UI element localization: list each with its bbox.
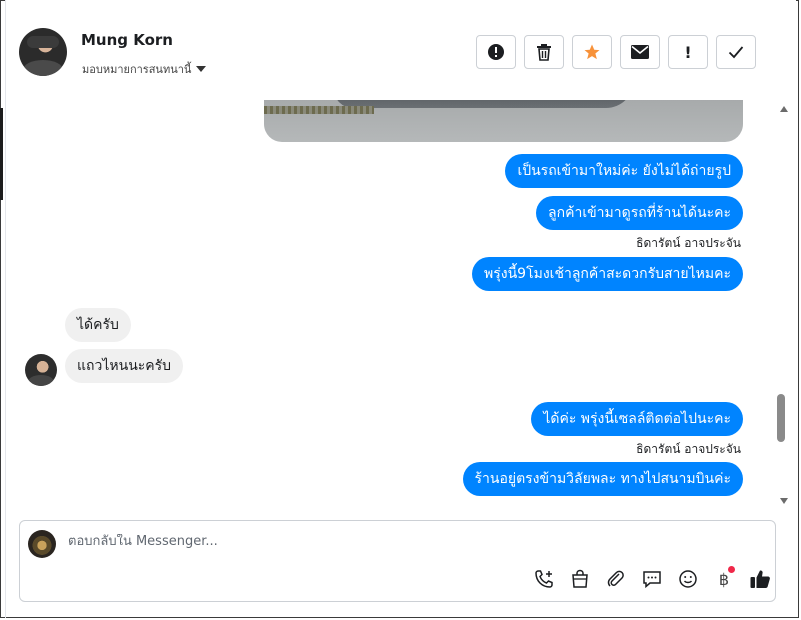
scroll-up-arrow-icon[interactable]	[780, 106, 788, 112]
shopping-bag-icon	[572, 569, 588, 588]
composer-toolbar: ฿	[526, 566, 778, 591]
shared-photo[interactable]	[264, 100, 743, 142]
like-button[interactable]	[742, 567, 778, 591]
attach-button[interactable]	[598, 567, 634, 591]
message-bubble-incoming[interactable]: ได้ครับ	[65, 308, 131, 342]
sender-label: ธิดารัตน์ อาจประจัน	[636, 236, 741, 250]
assign-conversation-dropdown[interactable]: มอบหมายการสนทนานี้	[82, 60, 207, 78]
star-icon	[584, 44, 600, 60]
message-bubble-incoming[interactable]: แถวไหนนะครับ	[65, 349, 184, 383]
reply-input[interactable]	[68, 534, 668, 549]
header-actions: !	[476, 35, 756, 69]
star-button[interactable]	[572, 35, 612, 69]
bottom-strip	[6, 604, 796, 616]
scroll-down-arrow-icon[interactable]	[780, 498, 788, 504]
phone-add-icon	[535, 570, 553, 588]
message-bubble-outgoing[interactable]: พรุ่งนี้9โมงเช้าลูกค้าสะดวกรับสายไหมคะ	[472, 257, 743, 291]
exclamation-icon: !	[684, 42, 692, 62]
trash-icon	[537, 44, 551, 61]
emoji-button[interactable]	[670, 567, 706, 591]
shop-button[interactable]	[562, 567, 598, 591]
page-avatar	[28, 530, 56, 558]
sender-label: ธิดารัตน์ อาจประจัน	[636, 442, 741, 456]
contact-avatar-small[interactable]	[25, 354, 57, 386]
reply-composer: ฿	[19, 520, 776, 602]
left-edge-marker	[0, 108, 3, 200]
payment-button[interactable]: ฿	[706, 566, 742, 591]
thread-scrollbar[interactable]	[776, 100, 792, 512]
exclamation-circle-icon	[488, 44, 504, 60]
baht-icon: ฿	[718, 569, 730, 589]
caret-down-icon	[196, 66, 207, 72]
message-bubble-outgoing[interactable]: ร้านอยู่ตรงข้ามวิลัยพละ ทางไปสนามบินค่ะ	[462, 462, 743, 496]
scrollbar-thumb[interactable]	[777, 394, 785, 442]
contact-name[interactable]: Mung Korn	[81, 31, 173, 49]
call-button[interactable]	[526, 567, 562, 591]
notification-dot	[728, 566, 735, 573]
mark-spam-button[interactable]	[476, 35, 516, 69]
emoji-icon	[679, 570, 697, 588]
assign-label: มอบหมายการสนทนานี้	[82, 63, 192, 76]
message-bubble-outgoing[interactable]: เป็นรถเข้ามาใหม่ค่ะ ยังไม่ได้ถ่ายรูป	[505, 154, 743, 188]
follow-up-button[interactable]: !	[668, 35, 708, 69]
saved-replies-button[interactable]	[634, 567, 670, 591]
message-bubble-outgoing[interactable]: ได้ค่ะ พรุ่งนี้เซลล์ติดต่อไปนะคะ	[531, 402, 743, 436]
mail-icon	[631, 45, 649, 59]
mark-done-button[interactable]	[716, 35, 756, 69]
message-thread[interactable]: เป็นรถเข้ามาใหม่ค่ะ ยังไม่ได้ถ่ายรูป ลูก…	[6, 100, 796, 512]
conversation-header: Mung Korn มอบหมายการสนทนานี้ !	[6, 0, 796, 101]
delete-button[interactable]	[524, 35, 564, 69]
paperclip-icon	[607, 570, 624, 587]
thumbs-up-icon	[750, 570, 770, 588]
saved-reply-icon	[643, 571, 661, 589]
message-bubble-outgoing[interactable]: ลูกค้าเข้ามาดูรถที่ร้านได้นะคะ	[536, 196, 743, 230]
contact-avatar[interactable]	[19, 28, 67, 76]
check-icon	[728, 46, 744, 59]
mark-unread-button[interactable]	[620, 35, 660, 69]
